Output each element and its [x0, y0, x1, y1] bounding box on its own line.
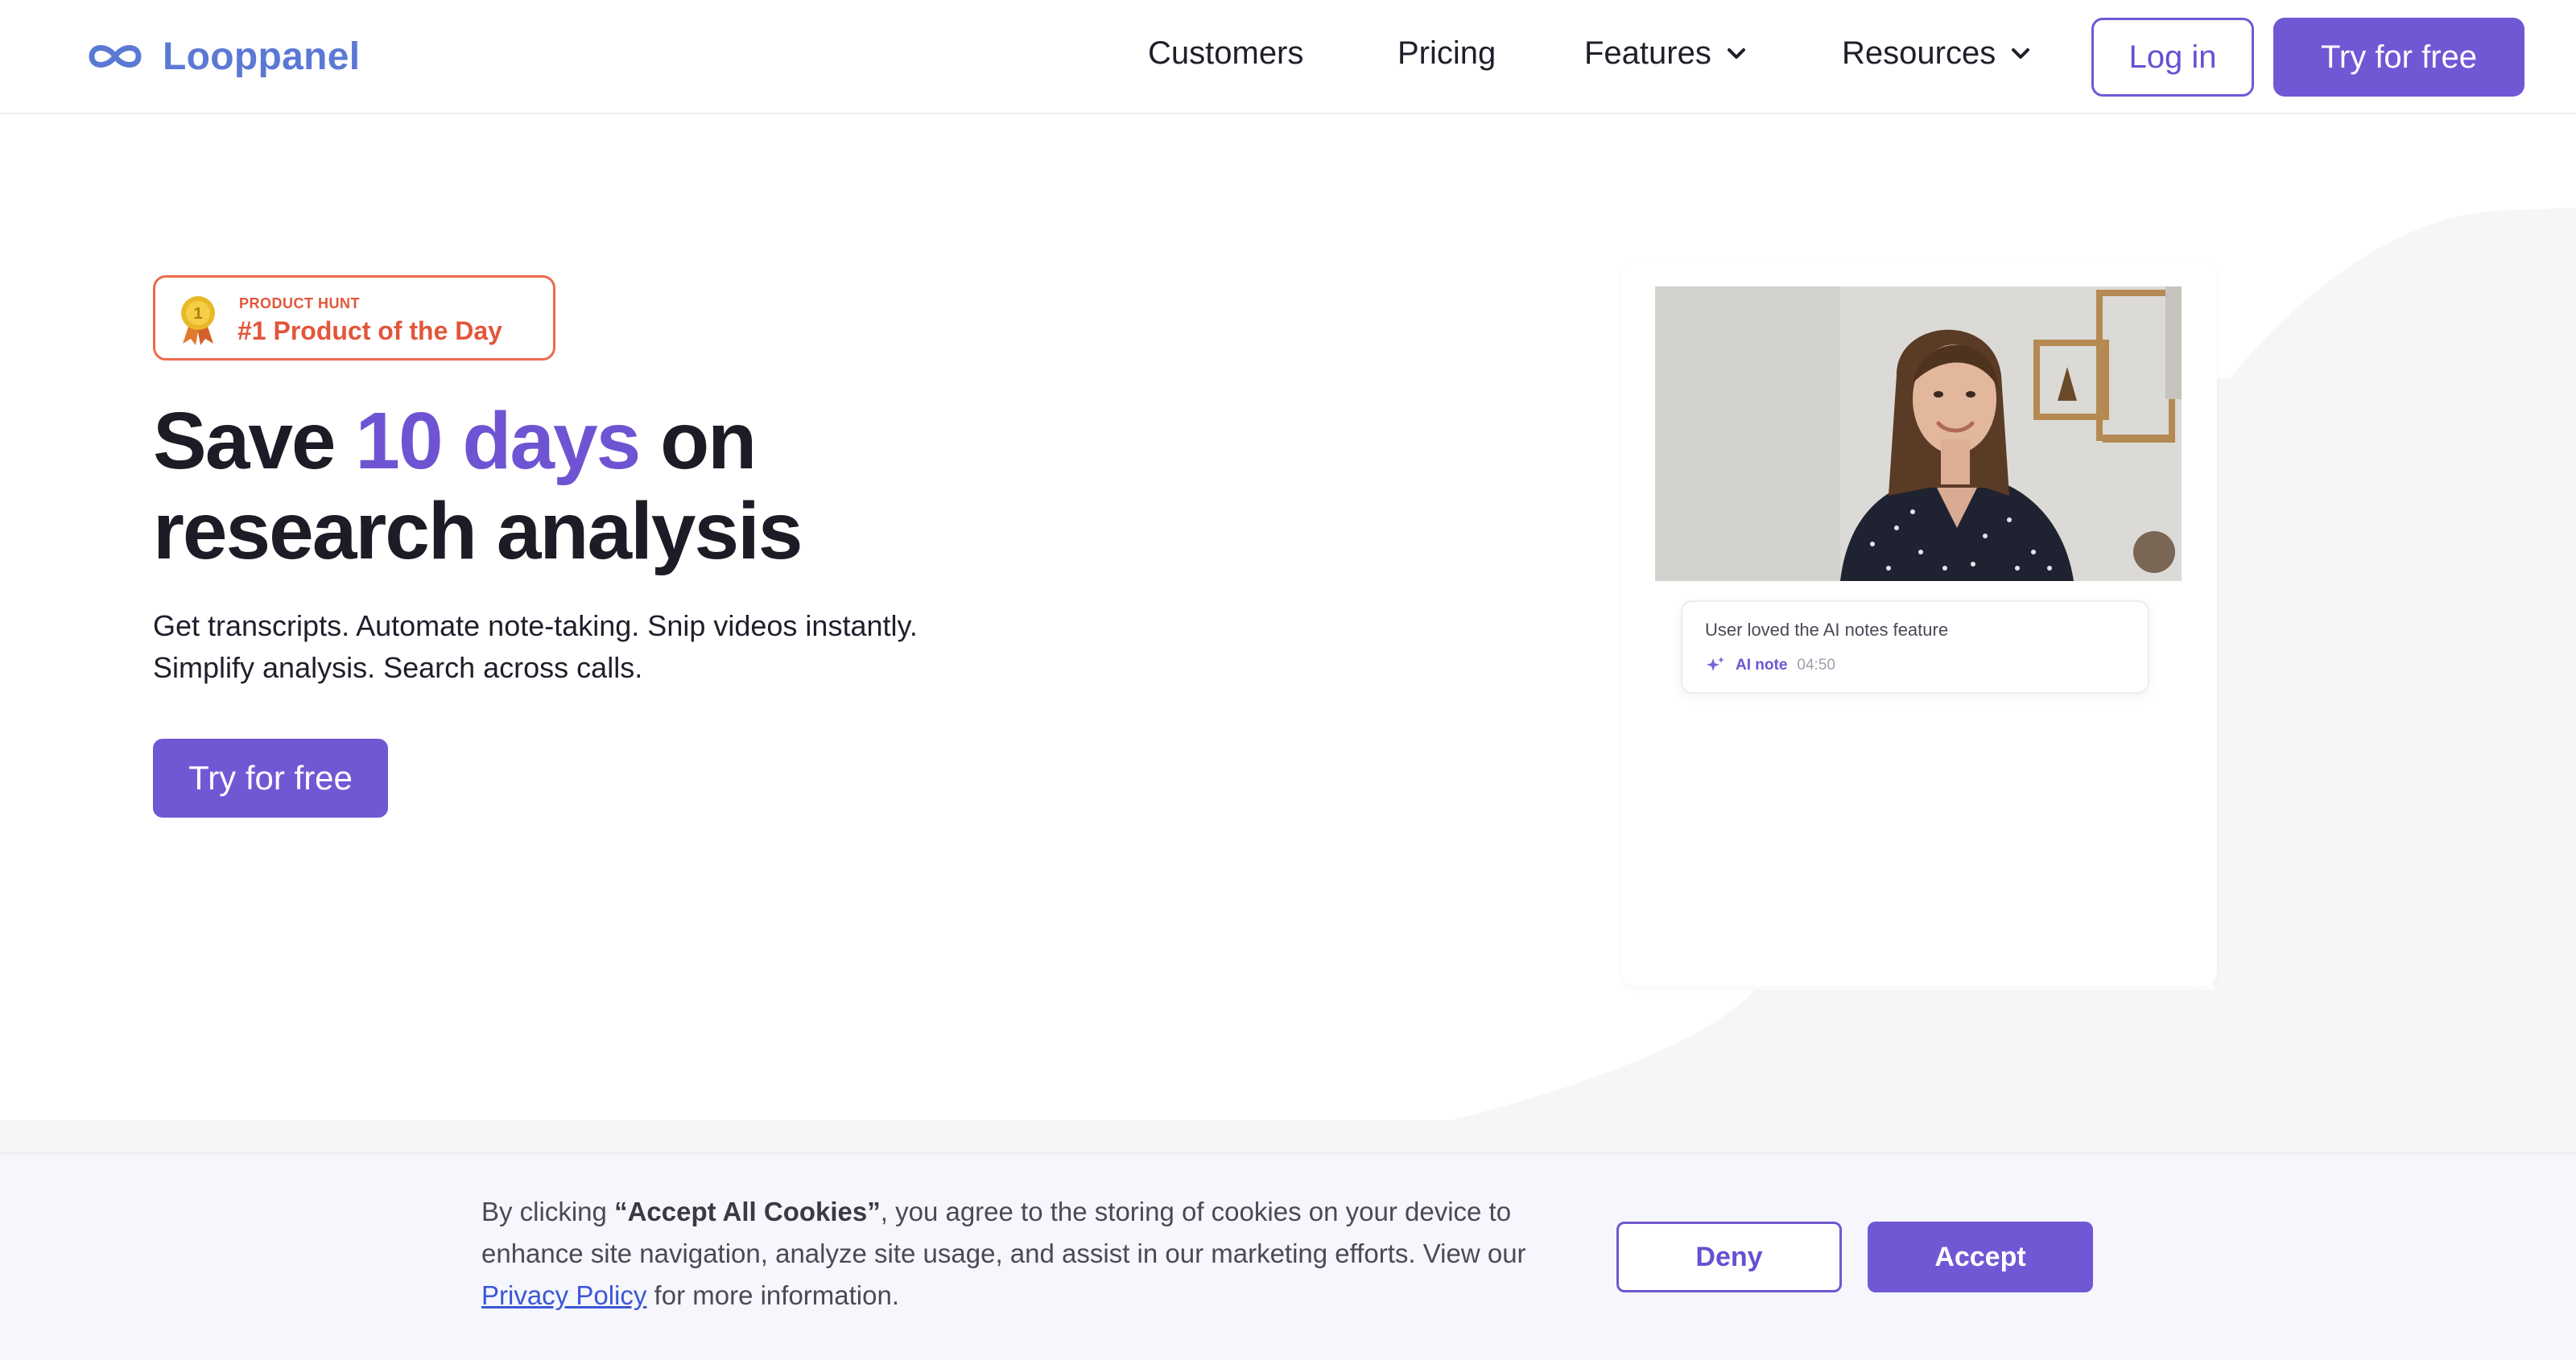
product-hunt-badge[interactable]: 1 PRODUCT HUNT #1 Product of the Day	[153, 275, 555, 361]
headline-highlight: 10 days	[355, 396, 641, 486]
chevron-down-icon	[1727, 47, 1745, 59]
badge-kicker: PRODUCT HUNT	[239, 295, 360, 311]
subtext-line2: Simplify analysis. Search across calls.	[153, 651, 643, 684]
video-player[interactable]	[1655, 286, 2182, 581]
cookie-text: By clicking “Accept All Cookies”, you ag…	[481, 1191, 1528, 1317]
ai-note-card[interactable]: User loved the AI notes feature AI note …	[1681, 600, 2149, 694]
medal-number: 1	[193, 305, 202, 323]
cookie-banner: By clicking “Accept All Cookies”, you ag…	[0, 1152, 2576, 1360]
cookie-text-end: for more information.	[646, 1280, 900, 1310]
logo[interactable]: Looppanel	[84, 31, 360, 82]
headline-suffix: on	[639, 396, 757, 486]
brand-name: Looppanel	[163, 35, 361, 78]
deny-cookies-button[interactable]: Deny	[1616, 1222, 1842, 1292]
note-tag: AI note	[1736, 657, 1788, 674]
nav-item-features[interactable]: Features	[1584, 35, 1750, 72]
hero-headline: Save 10 days on research analysis	[153, 396, 803, 576]
subtext-line1: Get transcripts. Automate note-taking. S…	[153, 609, 918, 642]
accept-cookies-button[interactable]: Accept	[1868, 1222, 2093, 1292]
nav-item-label: Customers	[1148, 35, 1304, 71]
privacy-policy-link[interactable]: Privacy Policy	[481, 1280, 646, 1310]
headline-prefix: Save	[153, 396, 356, 486]
video-preview-card: User loved the AI notes feature AI note …	[1621, 262, 2217, 987]
nav-item-label: Pricing	[1397, 35, 1496, 71]
nav-item-pricing[interactable]: Pricing	[1397, 35, 1496, 72]
nav-item-customers[interactable]: Customers	[1148, 35, 1303, 72]
hero-subtext: Get transcripts. Automate note-taking. S…	[153, 605, 1119, 689]
login-button[interactable]: Log in	[2091, 18, 2254, 97]
video-thumbnail	[1655, 286, 2182, 581]
note-text: User loved the AI notes feature	[1705, 620, 1949, 640]
badge-title: #1 Product of the Day	[237, 316, 502, 345]
nav-item-resources[interactable]: Resources	[1842, 35, 2034, 72]
nav-item-label: Resources	[1842, 35, 1996, 71]
try-for-free-hero-button[interactable]: Try for free	[153, 739, 388, 818]
note-timestamp: 04:50	[1797, 657, 1835, 674]
infinity-loop-icon	[89, 45, 142, 68]
top-navbar: Looppanel Customers Pricing Features Res…	[0, 0, 2576, 114]
sparkle-icon	[1707, 657, 1724, 671]
note-meta: AI note 04:50	[1705, 655, 1835, 676]
try-for-free-nav-button[interactable]: Try for free	[2273, 18, 2524, 97]
headline-line2: research analysis	[153, 486, 803, 576]
medal-icon: 1	[181, 296, 215, 345]
cookie-text-bold: “Accept All Cookies”	[614, 1197, 881, 1226]
chevron-down-icon	[2012, 47, 2030, 59]
nav-item-label: Features	[1584, 35, 1711, 71]
page: Looppanel Customers Pricing Features Res…	[0, 0, 2576, 1360]
cookie-text-before: By clicking	[481, 1197, 615, 1226]
